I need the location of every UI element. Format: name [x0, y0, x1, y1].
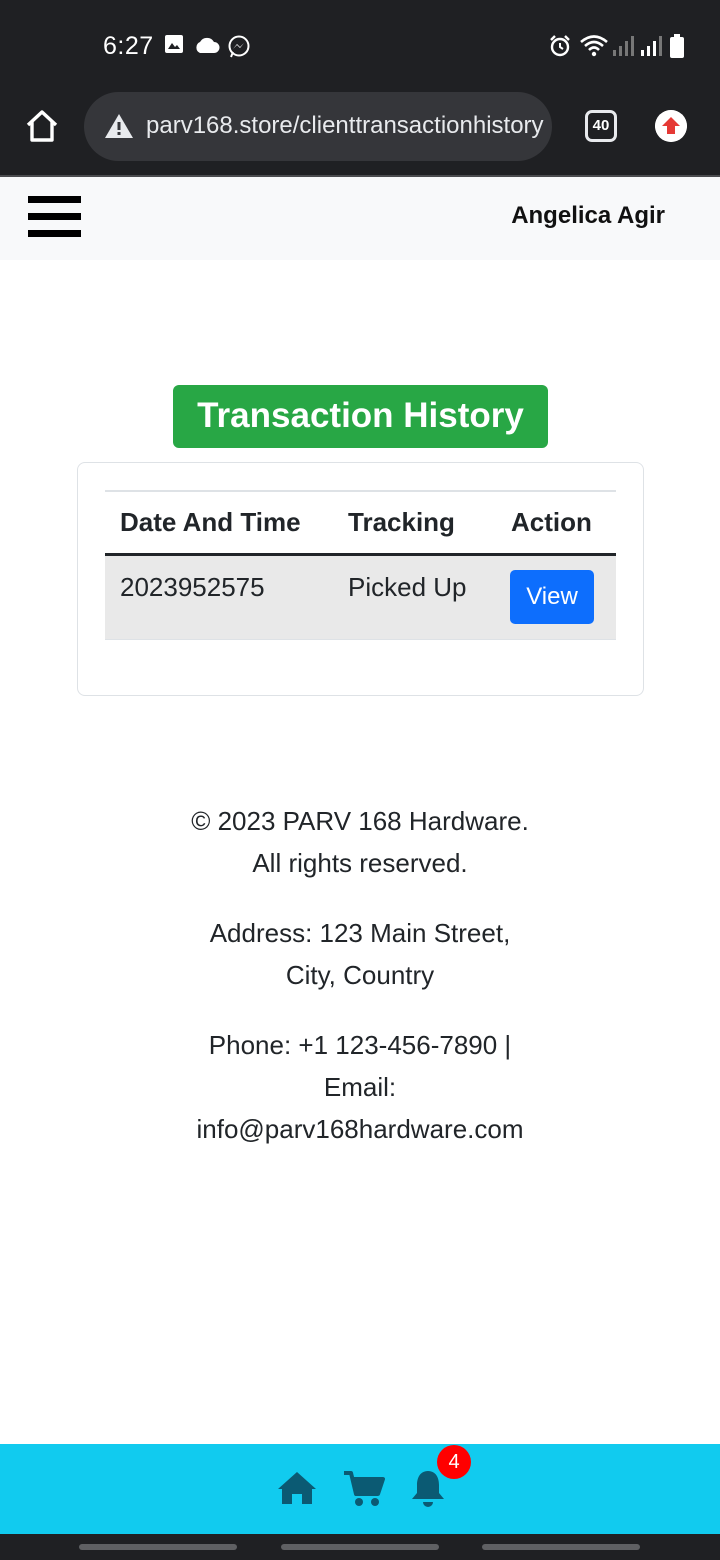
footer-copyright: © 2023 PARV 168 Hardware. All rights res…	[191, 806, 529, 878]
update-icon[interactable]	[655, 110, 687, 142]
bell-icon[interactable]	[411, 1470, 445, 1508]
browser-toolbar: parv168.store/clienttransactionhistory 4…	[0, 92, 720, 176]
gesture-bar	[0, 1534, 720, 1560]
menu-icon[interactable]	[28, 196, 81, 237]
cell-tracking: Picked Up	[348, 572, 467, 602]
wifi-icon	[580, 35, 608, 57]
url-text[interactable]: parv168.store/clienttransactionhistory	[146, 112, 544, 140]
battery-icon	[670, 34, 684, 58]
footer-email: info@parv168hardware.com	[196, 1114, 524, 1144]
home-icon[interactable]	[22, 106, 62, 146]
tab-switcher-button[interactable]: 40	[585, 110, 617, 142]
gallery-icon	[165, 35, 183, 53]
user-name[interactable]: Angelica Agir	[511, 202, 665, 230]
status-time: 6:27	[103, 32, 154, 60]
column-header-tracking: Tracking	[348, 507, 455, 537]
footer-address: Address: 123 Main Street, City, Country	[209, 918, 511, 990]
alarm-icon	[550, 35, 570, 57]
notification-badge: 4	[437, 1445, 471, 1479]
home-icon[interactable]	[277, 1470, 317, 1506]
footer-contact: Phone: +1 123-456-7890 | Email: info@par…	[0, 1024, 720, 1150]
column-header-date: Date And Time	[120, 507, 301, 537]
app-navbar: Angelica Agir	[0, 177, 720, 260]
address-bar[interactable]: parv168.store/clienttransactionhistory	[84, 92, 552, 161]
warning-icon[interactable]	[104, 112, 134, 140]
transaction-card: Date And Time Tracking Action 2023952575…	[77, 462, 644, 696]
signal-icon	[641, 36, 662, 56]
cell-date: 2023952575	[120, 572, 265, 602]
cloud-icon	[196, 37, 220, 53]
page-title: Transaction History	[173, 385, 548, 448]
status-bar: 6:27	[0, 0, 720, 92]
cart-icon[interactable]	[343, 1470, 385, 1508]
view-button[interactable]: View	[510, 570, 594, 624]
messenger-icon	[228, 35, 250, 58]
signal-icon	[613, 36, 634, 56]
footer: © 2023 PARV 168 Hardware. All rights res…	[0, 800, 720, 1178]
bottom-nav	[0, 1444, 720, 1534]
column-header-action: Action	[511, 507, 592, 537]
